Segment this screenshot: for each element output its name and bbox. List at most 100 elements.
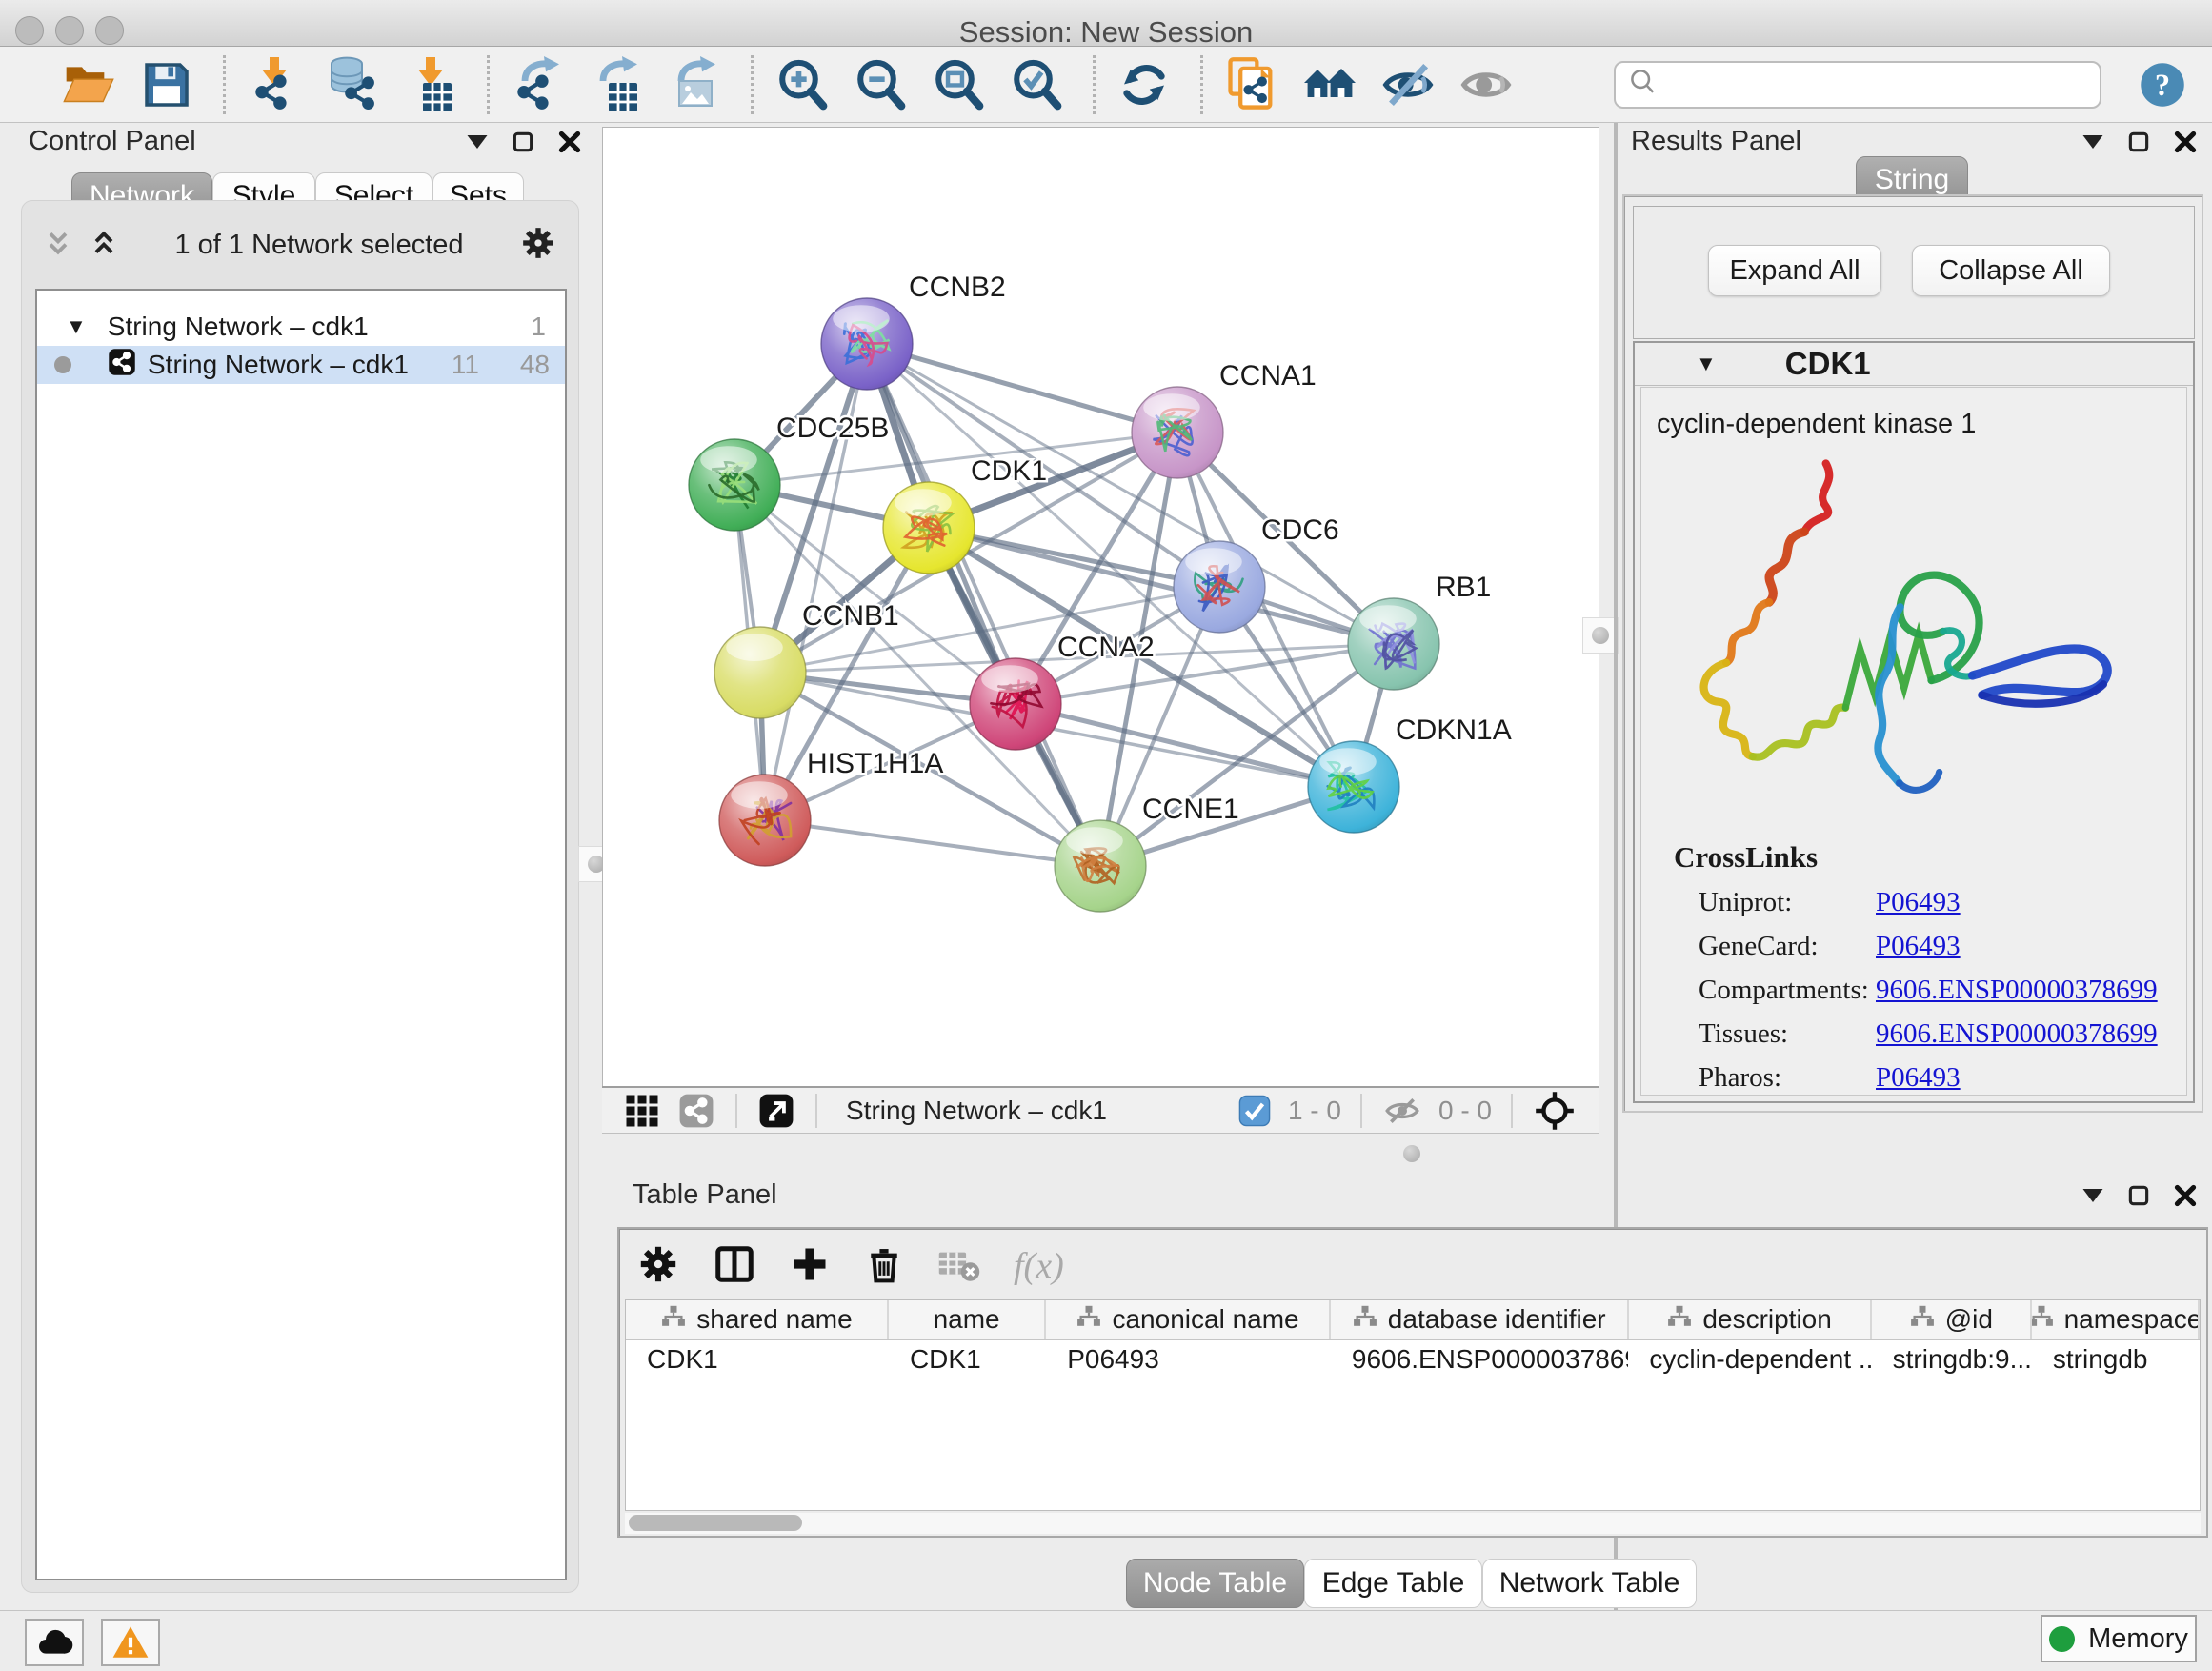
table-cell[interactable]: 9606.ENSP00000378699 [1331, 1340, 1629, 1379]
table-cell[interactable]: stringdb [2032, 1340, 2200, 1379]
expand-all-networks-icon[interactable] [89, 227, 119, 264]
crosslink-pharos-link[interactable]: P06493 [1876, 1056, 1961, 1099]
import-table-icon[interactable] [403, 55, 458, 114]
column-header-database-identifier[interactable]: database identifier [1331, 1300, 1629, 1339]
table-cell[interactable]: CDK1 [626, 1340, 889, 1379]
node-CCNE1[interactable] [1055, 820, 1146, 912]
node-CDC6[interactable] [1174, 541, 1265, 633]
table-cell[interactable]: stringdb:9... [1872, 1340, 2032, 1379]
zoom-in-icon[interactable] [774, 55, 830, 114]
expand-all-button[interactable]: Expand All [1708, 245, 1881, 296]
cloud-status-button[interactable] [25, 1619, 84, 1666]
window-title: Session: New Session [0, 15, 2212, 50]
zoom-selected-icon[interactable] [1009, 55, 1064, 114]
tab-network-table[interactable]: Network Table [1482, 1559, 1697, 1608]
crosslink-row: Uniprot:P06493 [1699, 880, 2186, 924]
crosslinks-title: CrossLinks [1674, 840, 2186, 875]
table-row[interactable]: CDK1CDK1P064939606.ENSP00000378699cyclin… [626, 1340, 2200, 1379]
edge-CCNA2-CDKN1A[interactable] [1016, 704, 1354, 787]
export-table-icon[interactable] [589, 55, 644, 114]
delete-column-trash-icon[interactable] [863, 1243, 905, 1290]
control-panel-close-icon[interactable] [558, 131, 581, 153]
hidden-eye-icon[interactable] [1383, 1092, 1421, 1130]
column-label: shared name [696, 1304, 852, 1335]
detach-view-icon[interactable] [758, 1093, 794, 1129]
memory-button[interactable]: Memory [2041, 1615, 2197, 1662]
search-box[interactable] [1614, 61, 2101, 109]
network-view-title: String Network – cdk1 [846, 1096, 1229, 1126]
table-panel-float-icon[interactable] [2128, 1185, 2149, 1206]
help-button[interactable]: ? [2138, 60, 2187, 110]
toolbar-separator [1200, 55, 1203, 114]
selected-checkbox-icon[interactable] [1238, 1095, 1271, 1127]
column-header-id[interactable]: @id [1872, 1300, 2032, 1339]
add-column-icon[interactable] [789, 1243, 831, 1290]
open-file-icon[interactable] [61, 55, 116, 114]
collection-expand-icon[interactable]: ▼ [66, 314, 87, 339]
tab-node-table[interactable]: Node Table [1126, 1559, 1304, 1608]
string-home-icon[interactable] [1302, 55, 1357, 114]
save-session-icon[interactable] [139, 55, 194, 114]
table-cell[interactable]: P06493 [1046, 1340, 1331, 1379]
node-CCNB2[interactable] [821, 298, 913, 390]
node-HIST1H1A[interactable] [719, 775, 811, 866]
network-options-gear-icon[interactable] [519, 224, 557, 267]
import-network-from-database-icon[interactable] [325, 55, 380, 114]
node-CDKN1A[interactable] [1308, 741, 1399, 833]
table-panel-collapse-icon[interactable] [2082, 1189, 2103, 1202]
results-panel-collapse-icon[interactable] [2082, 135, 2103, 149]
collection-label: String Network – cdk1 [108, 312, 369, 342]
table-settings-gear-icon[interactable] [636, 1242, 680, 1291]
crosslinks-list: Uniprot:P06493GeneCard:P06493Compartment… [1641, 880, 2186, 1099]
export-network-icon[interactable] [511, 55, 566, 114]
table-panel-splitter-handle[interactable] [1393, 1139, 1431, 1168]
table-cell[interactable]: CDK1 [889, 1340, 1046, 1379]
network-canvas[interactable]: CCNB2CCNA1CDC25BCDK1CDC6RB1CCNB1CCNA2CDK… [602, 127, 1599, 1086]
crosslink-genecard-link[interactable]: P06493 [1876, 924, 1961, 968]
fit-selected-crosshair-icon[interactable] [1534, 1090, 1576, 1132]
table-panel-close-icon[interactable] [2174, 1184, 2197, 1207]
clone-network-icon[interactable] [1224, 55, 1279, 114]
search-input[interactable] [1659, 69, 2100, 101]
refresh-icon[interactable] [1116, 55, 1172, 114]
collapse-all-networks-icon[interactable] [43, 227, 73, 264]
control-panel-float-icon[interactable] [513, 131, 533, 152]
column-header-shared-name[interactable]: shared name [626, 1300, 889, 1339]
table-horizontal-scrollbar[interactable] [625, 1513, 2201, 1534]
hide-selected-icon[interactable] [1380, 55, 1436, 114]
warnings-button[interactable] [101, 1619, 160, 1666]
edge-HIST1H1A-CCNE1[interactable] [765, 820, 1100, 866]
node-CCNB1[interactable] [714, 627, 806, 718]
network-collection-row[interactable]: ▼ String Network – cdk1 1 [37, 308, 565, 346]
column-header-namespace[interactable]: namespace [2032, 1300, 2200, 1339]
show-columns-icon[interactable] [713, 1242, 756, 1291]
zoom-fit-icon[interactable] [931, 55, 986, 114]
table-cell[interactable]: cyclin-dependent ... [1628, 1340, 1871, 1379]
tab-edge-table[interactable]: Edge Table [1304, 1559, 1482, 1608]
results-panel-float-icon[interactable] [2128, 131, 2149, 152]
node-CDK1[interactable] [883, 482, 975, 574]
node-CCNA2[interactable] [970, 658, 1061, 750]
crosslink-tissues-link[interactable]: 9606.ENSP00000378699 [1876, 1012, 2158, 1056]
gene-section-header[interactable]: ▼ CDK1 [1635, 343, 2193, 386]
network-row-selected[interactable]: String Network – cdk1 11 48 [37, 346, 565, 384]
column-header-canonical-name[interactable]: canonical name [1046, 1300, 1331, 1339]
node-RB1[interactable] [1348, 598, 1439, 690]
control-panel-collapse-icon[interactable] [467, 135, 488, 149]
gene-collapse-icon[interactable]: ▼ [1696, 352, 1717, 376]
column-header-name[interactable]: name [889, 1300, 1046, 1339]
network-share-icon[interactable] [678, 1093, 714, 1129]
results-panel-close-icon[interactable] [2174, 131, 2197, 153]
collapse-all-button[interactable]: Collapse All [1912, 245, 2110, 296]
column-header-description[interactable]: description [1629, 1300, 1872, 1339]
import-network-icon[interactable] [247, 55, 302, 114]
show-grid-icon[interactable] [625, 1094, 659, 1128]
crosslink-uniprot-link[interactable]: P06493 [1876, 880, 1961, 924]
node-CCNA1[interactable] [1132, 387, 1223, 478]
crosslink-compartments-link[interactable]: 9606.ENSP00000378699 [1876, 968, 2158, 1012]
node-CDC25B[interactable] [689, 439, 780, 531]
export-image-icon[interactable] [667, 55, 722, 114]
zoom-out-icon[interactable] [853, 55, 908, 114]
crosslink-row: Pharos:P06493 [1699, 1056, 2186, 1099]
scrollbar-thumb[interactable] [629, 1515, 802, 1531]
